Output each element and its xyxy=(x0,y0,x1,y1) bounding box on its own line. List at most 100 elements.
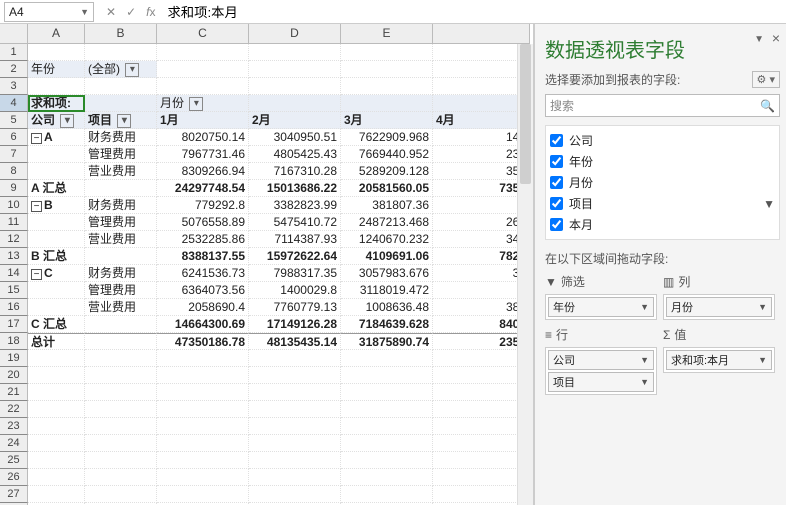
cell[interactable] xyxy=(85,435,157,452)
cell[interactable]: 6241536.73 xyxy=(157,265,249,282)
pivot-dropdown-icon[interactable]: ▾ xyxy=(189,97,203,111)
group-label[interactable] xyxy=(28,214,85,231)
cell[interactable]: 2058690.4 xyxy=(157,299,249,316)
cell[interactable]: 3118019.472 xyxy=(341,282,433,299)
cell[interactable]: 4805425.43 xyxy=(249,146,341,163)
cell[interactable]: 348 xyxy=(433,231,530,248)
cell[interactable]: 20581560.05 xyxy=(341,180,433,197)
cell[interactable]: 5289209.128 xyxy=(341,163,433,180)
row-header[interactable]: 22 xyxy=(0,401,28,418)
cell[interactable] xyxy=(85,486,157,503)
row-header[interactable]: 10 xyxy=(0,197,28,214)
pivot-colfield[interactable]: 月份 ▾ xyxy=(157,95,249,112)
area-columns-list[interactable]: 月份▼ xyxy=(663,294,775,320)
grand-total-label[interactable]: 总计 xyxy=(28,333,85,350)
cell[interactable] xyxy=(433,350,530,367)
cell[interactable] xyxy=(28,384,85,401)
cell[interactable]: 2532285.86 xyxy=(157,231,249,248)
cell[interactable] xyxy=(157,418,249,435)
cell[interactable] xyxy=(249,486,341,503)
cell[interactable]: 3057983.676 xyxy=(341,265,433,282)
field-item-年份[interactable]: 年份 xyxy=(548,151,777,172)
field-item-本月[interactable]: 本月 xyxy=(548,214,777,235)
row-header[interactable]: 13 xyxy=(0,248,28,265)
cell[interactable]: 7988317.35 xyxy=(249,265,341,282)
group-label[interactable] xyxy=(28,282,85,299)
cell[interactable] xyxy=(341,78,433,95)
accept-icon[interactable]: ✓ xyxy=(126,5,136,19)
cell[interactable] xyxy=(433,197,530,214)
field-item-月份[interactable]: 月份 xyxy=(548,172,777,193)
cell[interactable]: 7760779.13 xyxy=(249,299,341,316)
pivot-dropdown-icon[interactable]: ▾ xyxy=(60,114,74,128)
row-header[interactable]: 14 xyxy=(0,265,28,282)
cell[interactable] xyxy=(157,384,249,401)
chevron-down-icon[interactable]: ▼ xyxy=(640,302,649,312)
row-header[interactable]: 21 xyxy=(0,384,28,401)
area-rows-list[interactable]: 公司▼ 项目▼ xyxy=(545,347,657,395)
cancel-icon[interactable]: ✕ xyxy=(106,5,116,19)
cell[interactable] xyxy=(85,333,157,350)
cell[interactable]: 4109691.06 xyxy=(341,248,433,265)
row-header[interactable]: 20 xyxy=(0,367,28,384)
pivot-measure-label[interactable]: 求和项: xyxy=(28,95,85,112)
pane-gear-icon[interactable]: ⚙ ▾ xyxy=(752,71,780,88)
cell[interactable]: 2月 xyxy=(249,112,341,129)
cell[interactable] xyxy=(341,44,433,61)
cell[interactable] xyxy=(433,486,530,503)
field-item-公司[interactable]: 公司 xyxy=(548,130,777,151)
cell[interactable] xyxy=(249,469,341,486)
name-box[interactable]: A4 ▼ xyxy=(4,2,94,22)
cell[interactable]: 47350186.78 xyxy=(157,333,249,350)
cell[interactable]: 8388137.55 xyxy=(157,248,249,265)
chevron-down-icon[interactable]: ▼ xyxy=(758,355,767,365)
project-label[interactable]: 财务费用 xyxy=(85,197,157,214)
cell[interactable] xyxy=(249,401,341,418)
pane-close-icon[interactable]: × xyxy=(772,30,780,46)
cell[interactable] xyxy=(157,401,249,418)
cell[interactable]: 2487213.468 xyxy=(341,214,433,231)
cell[interactable] xyxy=(341,95,433,112)
cell[interactable] xyxy=(85,367,157,384)
chip-rows-project[interactable]: 项目▼ xyxy=(548,372,654,392)
cell[interactable] xyxy=(249,44,341,61)
group-label[interactable]: −C xyxy=(28,265,85,282)
pivot-filter-value[interactable]: (全部) ▾ xyxy=(85,61,157,78)
row-header[interactable]: 3 xyxy=(0,78,28,95)
cell[interactable] xyxy=(85,180,157,197)
area-values-list[interactable]: 求和项:本月▼ xyxy=(663,347,775,373)
cell[interactable] xyxy=(433,61,530,78)
pane-menu-icon[interactable]: ▼ xyxy=(754,34,764,45)
cell[interactable] xyxy=(249,452,341,469)
cell[interactable] xyxy=(433,384,530,401)
cell[interactable] xyxy=(249,61,341,78)
filter-icon[interactable]: ▼ xyxy=(763,197,775,211)
cell[interactable]: 380 xyxy=(433,299,530,316)
cell[interactable] xyxy=(433,452,530,469)
chip-columns-month[interactable]: 月份▼ xyxy=(666,297,772,317)
cell[interactable]: 381807.36 xyxy=(341,197,433,214)
row-header[interactable]: 5 xyxy=(0,112,28,129)
row-header[interactable]: 6 xyxy=(0,129,28,146)
scrollbar-thumb[interactable] xyxy=(520,44,531,184)
row-header[interactable]: 23 xyxy=(0,418,28,435)
group-label[interactable] xyxy=(28,231,85,248)
cell[interactable]: 148 xyxy=(433,129,530,146)
row-header[interactable]: 1 xyxy=(0,44,28,61)
project-label[interactable]: 管理费用 xyxy=(85,214,157,231)
select-all-corner[interactable] xyxy=(0,24,28,44)
chip-values-sum[interactable]: 求和项:本月▼ xyxy=(666,350,772,370)
project-label[interactable]: 营业费用 xyxy=(85,231,157,248)
cell[interactable] xyxy=(28,452,85,469)
cell[interactable] xyxy=(85,78,157,95)
collapse-icon[interactable]: − xyxy=(31,269,42,280)
cell[interactable]: 3382823.99 xyxy=(249,197,341,214)
row-header[interactable]: 4 xyxy=(0,95,28,112)
cell[interactable]: 3040950.51 xyxy=(249,129,341,146)
formula-input[interactable] xyxy=(161,2,782,22)
cell[interactable] xyxy=(157,469,249,486)
project-label[interactable]: 财务费用 xyxy=(85,129,157,146)
cell[interactable]: 24297748.54 xyxy=(157,180,249,197)
cell[interactable] xyxy=(28,78,85,95)
cell[interactable] xyxy=(433,95,530,112)
